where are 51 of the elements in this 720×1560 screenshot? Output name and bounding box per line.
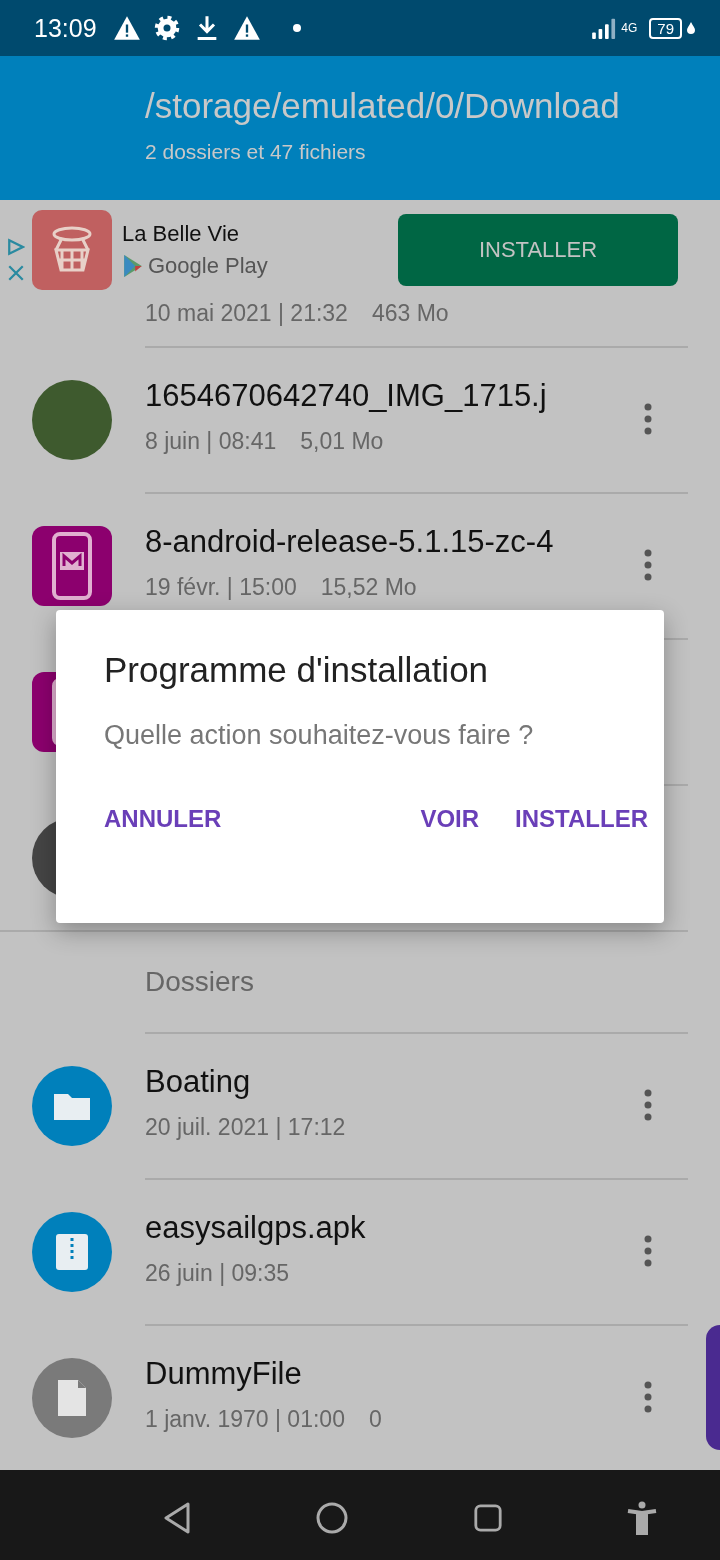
- basket-app-icon: [32, 210, 112, 290]
- home-icon[interactable]: [315, 1501, 350, 1535]
- dialog-button[interactable]: INSTALLER: [507, 795, 656, 843]
- play-store-icon: [122, 254, 144, 278]
- scroll-handle[interactable]: [706, 1325, 720, 1450]
- folder-path: /storage/emulated/0/Download: [145, 86, 621, 126]
- folder-icon: [32, 1066, 112, 1146]
- folder-summary: 2 dossiers et 47 fichiers: [145, 140, 367, 164]
- file-date: 1 janv. 1970 | 01:00: [145, 1406, 345, 1433]
- dialog-message: Quelle action souhaitez-vous faire ?: [104, 720, 535, 751]
- file-date: 10 mai 2021 | 21:32: [145, 300, 348, 327]
- dialog-button[interactable]: ANNULER: [96, 795, 230, 843]
- more-options-icon[interactable]: [644, 549, 652, 581]
- file-date: 26 juin | 09:35: [145, 1260, 290, 1287]
- accessibility-icon[interactable]: [626, 1501, 659, 1535]
- close-icon[interactable]: [7, 264, 25, 282]
- file-date: 8 juin | 08:41: [145, 428, 277, 455]
- ad-app-name: La Belle Vie: [122, 221, 240, 247]
- file-date: 19 févr. | 15:00: [145, 574, 297, 601]
- file-name[interactable]: DummyFile: [145, 1356, 382, 1392]
- file-size: 5,01 Mo: [300, 428, 384, 455]
- file-size: 0: [368, 1406, 382, 1433]
- warning-icon: [232, 14, 261, 42]
- document-icon: [32, 1358, 112, 1438]
- section-heading: Dossiers: [145, 966, 254, 998]
- dialog-title: Programme d'installation: [104, 650, 490, 690]
- notification-dot-icon: [292, 24, 301, 32]
- file-name[interactable]: 8-android-release-5.1.15-zc-4: [145, 524, 554, 560]
- file-name[interactable]: easysailgps.apk: [145, 1210, 366, 1246]
- more-options-icon[interactable]: [644, 1381, 652, 1413]
- warning-icon: [112, 14, 141, 42]
- ad-info-icon[interactable]: [7, 238, 25, 256]
- drop-icon: [686, 21, 696, 35]
- more-options-icon[interactable]: [644, 403, 652, 435]
- recents-icon[interactable]: [472, 1503, 503, 1533]
- dialog-button[interactable]: VOIR: [412, 795, 488, 843]
- install-button[interactable]: INSTALLER: [398, 214, 678, 286]
- file-size: 463 Mo: [371, 300, 449, 327]
- battery-level: 79: [649, 17, 682, 39]
- file-name[interactable]: Boating: [145, 1064, 346, 1100]
- file-size: 15,52 Mo: [320, 574, 417, 601]
- store-name: Google Play: [148, 253, 268, 279]
- phone-app-icon: [32, 526, 112, 606]
- archive-icon: [32, 1212, 112, 1292]
- network-type: 4G: [621, 21, 638, 35]
- file-name[interactable]: 1654670642740_IMG_1715.j: [145, 378, 547, 414]
- more-options-icon[interactable]: [644, 1235, 652, 1267]
- file-date: 20 juil. 2021 | 17:12: [145, 1114, 346, 1141]
- status-time: 13:09: [34, 13, 97, 43]
- settings-icon: [152, 14, 181, 42]
- more-options-icon[interactable]: [644, 1089, 652, 1121]
